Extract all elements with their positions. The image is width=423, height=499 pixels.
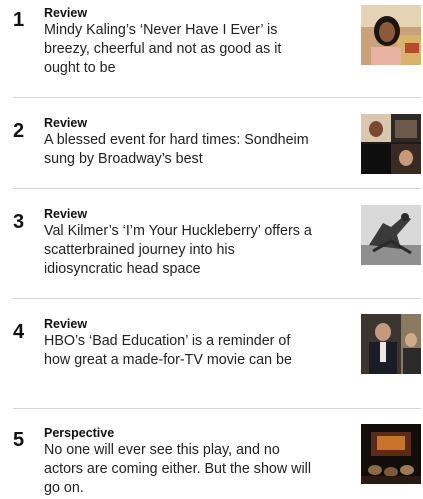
article-thumbnail[interactable]: [361, 5, 421, 65]
rank-number: 5: [13, 429, 25, 451]
article-headline[interactable]: Mindy Kaling’s ‘Never Have I Ever’ is br…: [44, 21, 314, 78]
article-thumbnail[interactable]: [361, 205, 421, 265]
rank-number: 2: [13, 120, 25, 142]
rank-number: 1: [13, 9, 25, 31]
article-thumbnail[interactable]: [361, 314, 421, 374]
article-kicker: Review: [44, 116, 88, 130]
divider: [13, 188, 421, 189]
rank-number: 4: [13, 321, 25, 343]
article-kicker: Review: [44, 317, 88, 331]
article-kicker: Review: [44, 6, 88, 20]
divider: [13, 298, 421, 299]
article-headline[interactable]: HBO’s ‘Bad Education’ is a reminder of h…: [44, 332, 314, 370]
article-thumbnail[interactable]: [361, 424, 421, 484]
divider: [13, 408, 421, 409]
article-headline[interactable]: No one will ever see this play, and no a…: [44, 441, 314, 498]
divider: [13, 97, 421, 98]
article-kicker: Review: [44, 207, 88, 221]
most-read-list: 1 Review Mindy Kaling’s ‘Never Have I Ev…: [0, 0, 423, 499]
article-kicker: Perspective: [44, 426, 115, 440]
article-thumbnail[interactable]: [361, 114, 421, 174]
rank-number: 3: [13, 211, 25, 233]
article-headline[interactable]: A blessed event for hard times: Sondheim…: [44, 131, 314, 169]
article-headline[interactable]: Val Kilmer’s ‘I’m Your Huckleberry’ offe…: [44, 222, 314, 279]
